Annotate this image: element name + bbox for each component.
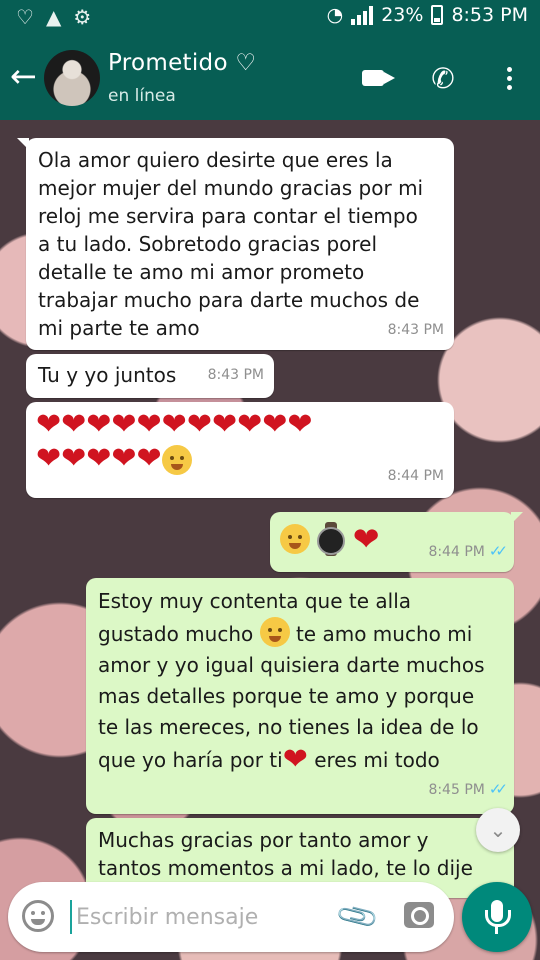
signal-icon <box>351 5 374 25</box>
battery-icon <box>431 5 444 25</box>
watch-icon <box>316 522 346 556</box>
message-text: Ola amor quiero desirte que eres la mejo… <box>38 148 424 340</box>
drive-icon: ▲ <box>45 5 62 29</box>
status-time: 8:53 PM <box>451 4 528 26</box>
red-heart-icon: ❤ <box>282 742 308 777</box>
status-bar: ♡ ▲ ⚙ ◔ 23% 8:53 PM <box>0 0 540 36</box>
wifi-icon: ◔ <box>326 4 344 26</box>
message-time: 8:45 PM ✓✓ <box>428 780 508 798</box>
battery-percent: 23% <box>381 4 424 26</box>
message-bubble-outgoing[interactable]: Estoy muy contenta que te alla gustado m… <box>86 578 514 814</box>
message-input[interactable] <box>74 898 328 936</box>
message-bubble-incoming[interactable]: Tu y yo juntos 8:43 PM <box>26 354 274 398</box>
heart-outline-icon: ♡ <box>16 5 34 29</box>
message-time: 8:43 PM <box>207 367 264 383</box>
hugging-face-icon <box>259 617 290 647</box>
hugging-face-icon <box>280 524 310 554</box>
read-ticks-icon: ✓✓ <box>488 542 508 560</box>
video-call-icon[interactable] <box>356 62 395 94</box>
text-caret <box>70 900 72 934</box>
status-right-icons: ◔ 23% 8:53 PM <box>327 4 528 26</box>
phone-icon[interactable]: ✆ <box>426 62 460 95</box>
message-text: Tu y yo juntos <box>38 363 177 387</box>
scroll-to-bottom-button[interactable]: ⌄ <box>476 808 520 852</box>
message-bubble-incoming[interactable]: ❤❤❤❤❤❤❤❤❤❤❤ ❤❤❤❤❤ 8:44 PM <box>26 402 454 498</box>
message-bubble-outgoing[interactable]: ❤ 8:44 PM ✓✓ <box>270 512 523 572</box>
status-left-icons: ♡ ▲ ⚙ <box>16 5 91 29</box>
avatar[interactable] <box>44 50 100 106</box>
chat-header: ← Prometido ♡ en línea ✆ <box>0 36 540 120</box>
message-text: Muchas gracias por tanto amor y tantos m… <box>98 828 473 880</box>
message-time: 8:43 PM <box>387 322 444 338</box>
message-bubble-incoming[interactable]: Ola amor quiero desirte que eres la mejo… <box>17 138 454 350</box>
chevron-double-down-icon: ⌄ <box>489 818 507 842</box>
kissing-face-icon <box>161 444 192 475</box>
red-heart-icon: ❤ <box>352 520 380 558</box>
back-arrow-icon[interactable]: ← <box>10 58 37 94</box>
message-composer: 📎 <box>8 882 454 952</box>
mic-button[interactable] <box>462 882 532 952</box>
settings-icon: ⚙ <box>73 5 92 29</box>
contact-name[interactable]: Prometido ♡ <box>108 50 256 76</box>
heart-emoji-row: ❤❤❤❤❤ <box>36 442 444 476</box>
message-time: 8:44 PM ✓✓ <box>428 542 508 560</box>
emoji-icon[interactable] <box>22 900 54 932</box>
message-text: Estoy muy contenta que te alla gustado m… <box>98 589 485 777</box>
contact-status: en línea <box>108 86 176 106</box>
message-time: 8:44 PM <box>387 468 444 484</box>
attach-icon[interactable]: 📎 <box>334 893 381 940</box>
more-options-icon[interactable] <box>492 62 526 94</box>
read-ticks-icon: ✓✓ <box>488 780 508 798</box>
camera-icon[interactable] <box>404 902 434 928</box>
heart-emoji-row: ❤❤❤❤❤❤❤❤❤❤❤ <box>36 407 313 442</box>
